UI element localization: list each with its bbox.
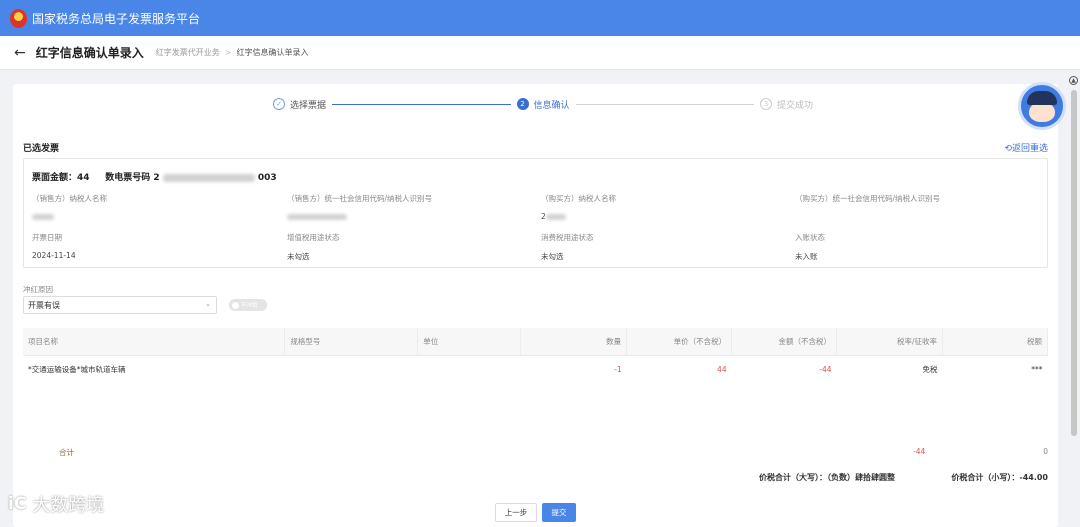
sum-tax: 0 bbox=[1043, 447, 1048, 456]
prev-step-button[interactable]: 上一步 bbox=[495, 503, 537, 522]
column-header: 税率/征收率 bbox=[836, 328, 943, 355]
write-off-toggle[interactable]: 不冲销 bbox=[229, 299, 267, 311]
page-title: 红字信息确认单录入 bbox=[35, 46, 144, 60]
invoice-number-label: 数电票号码 2 bbox=[105, 173, 160, 183]
watermark: iC 大数跨境 bbox=[8, 491, 104, 517]
step-number-icon: 2 bbox=[516, 98, 529, 110]
field-label: 消费税用途状态 bbox=[541, 233, 594, 242]
field-value: 未入账 bbox=[795, 252, 818, 261]
step-select-ticket: ✓ 选择票据 bbox=[273, 98, 326, 111]
column-header: 单价（不含税） bbox=[626, 328, 733, 355]
tax-mascot-icon[interactable] bbox=[1018, 82, 1066, 130]
step-indicator: ✓ 选择票据 2 信息确认 3 提交成功 bbox=[273, 96, 813, 112]
column-header: 金额（不含税） bbox=[731, 328, 838, 355]
sum-amount: -44 bbox=[913, 447, 926, 456]
submit-button[interactable]: 提交 bbox=[542, 503, 576, 522]
field-seller-name: （销售方）纳税人名称 bbox=[32, 193, 107, 221]
toggle-knob bbox=[232, 301, 239, 309]
cell-unit bbox=[417, 354, 521, 383]
main-card: ✓ 选择票据 2 信息确认 3 提交成功 已选发票 ⟲返回重选 票面金额：44 … bbox=[13, 84, 1058, 527]
step-label: 信息确认 bbox=[533, 100, 570, 111]
field-value: 未勾选 bbox=[541, 252, 564, 261]
field-label: （销售方）统一社会信用代码/纳税人识别号 bbox=[287, 194, 433, 203]
page-header: ← 红字信息确认单录入 红字发票代开业务 > 红字信息确认单录入 bbox=[0, 36, 1080, 70]
cell-amount: -44 bbox=[731, 354, 837, 383]
red-reason-select[interactable]: 开票有误 ⌄ bbox=[23, 296, 217, 314]
redacted-value bbox=[162, 173, 255, 182]
redacted-value bbox=[287, 214, 347, 220]
field-label: （销售方）纳税人名称 bbox=[32, 194, 107, 203]
red-reason-label: 冲红原因 bbox=[23, 285, 53, 294]
watermark-text: 大数跨境 bbox=[32, 495, 105, 516]
step-info-confirm: 2 信息确认 bbox=[516, 98, 570, 111]
field-buyer-name: （购买方）纳税人名称 2 bbox=[541, 193, 616, 221]
column-header: 单位 bbox=[417, 328, 522, 355]
mascot-face bbox=[1029, 102, 1055, 122]
toggle-label: 不冲销 bbox=[241, 303, 258, 309]
items-table: 项目名称 规格型号 单位 数量 单价（不含税） 金额（不含税） 税率/征收率 税… bbox=[23, 328, 1049, 383]
step-label: 提交成功 bbox=[777, 100, 814, 111]
field-label: （购买方）统一社会信用代码/纳税人识别号 bbox=[795, 194, 941, 203]
column-header: 项目名称 bbox=[23, 328, 286, 355]
redacted-value bbox=[32, 214, 54, 220]
field-value bbox=[32, 212, 107, 221]
cell-unit-price: 44 bbox=[626, 354, 732, 383]
step-label: 选择票据 bbox=[290, 100, 327, 111]
column-header: 数量 bbox=[520, 328, 628, 355]
field-label: 开票日期 bbox=[32, 233, 62, 242]
table-row: *交通运输设备*城市轨道车辆 -1 44 -44 免税 *** bbox=[23, 354, 1048, 383]
step-connector bbox=[575, 103, 754, 105]
breadcrumb-current: 红字信息确认单录入 bbox=[236, 48, 309, 57]
total-lowercase: 价税合计（小写）：-44.00 bbox=[951, 473, 1048, 482]
section-title: 已选发票 bbox=[23, 144, 60, 154]
field-label: 入账状态 bbox=[795, 233, 825, 242]
check-circle-icon: ✓ bbox=[273, 98, 285, 110]
field-value bbox=[287, 212, 432, 221]
watermark-logo: iC bbox=[8, 494, 27, 514]
select-value: 开票有误 bbox=[28, 301, 60, 310]
total-uppercase: 价税合计（大写）：（负数）肆拾肆圆整 bbox=[759, 473, 895, 482]
selected-invoice-panel: 票面金额：44 数电票号码 2 003 （销售方）纳税人名称 （销售方）统一社会… bbox=[23, 158, 1048, 268]
breadcrumb-separator: > bbox=[224, 48, 232, 57]
column-header: 税额 bbox=[942, 328, 1049, 355]
scroll-up-icon[interactable]: ▲ bbox=[1069, 76, 1078, 85]
column-header: 规格型号 bbox=[284, 328, 419, 355]
field-value: 未勾选 bbox=[287, 252, 310, 261]
field-issue-date: 开票日期 2024-11-14 bbox=[32, 232, 76, 260]
field-buyer-id: （购买方）统一社会信用代码/纳税人识别号 bbox=[795, 193, 940, 204]
invoice-summary: 票面金额：44 数电票号码 2 003 bbox=[32, 170, 277, 183]
sum-label: 合计 bbox=[59, 448, 74, 457]
redacted-value bbox=[545, 214, 566, 220]
mascot-cap bbox=[1027, 91, 1057, 105]
cell-quantity: -1 bbox=[520, 354, 627, 383]
scrollbar[interactable] bbox=[1071, 90, 1077, 436]
chevron-down-icon: ⌄ bbox=[205, 300, 211, 308]
field-vat-status: 增值税用途状态 未勾选 bbox=[287, 232, 340, 262]
step-submit-success: 3 提交成功 bbox=[760, 98, 813, 111]
field-value: 2 bbox=[541, 212, 616, 221]
step-connector bbox=[332, 103, 511, 105]
tax-emblem-icon bbox=[10, 8, 27, 28]
field-consume-status: 消费税用途状态 未勾选 bbox=[541, 232, 594, 262]
top-banner: 国家税务总局电子发票服务平台 bbox=[0, 0, 1080, 36]
breadcrumb-item[interactable]: 红字发票代开业务 bbox=[156, 47, 220, 58]
table-header-row: 项目名称 规格型号 单位 数量 单价（不含税） 金额（不含税） 税率/征收率 税… bbox=[23, 328, 1049, 355]
cell-tax: *** bbox=[942, 354, 1048, 383]
field-value: 2024-11-14 bbox=[32, 251, 76, 260]
field-label: （购买方）纳税人名称 bbox=[541, 194, 616, 203]
cell-item-name: *交通运输设备*城市轨道车辆 bbox=[23, 354, 285, 383]
cell-spec bbox=[284, 354, 418, 383]
invoice-number-tail: 003 bbox=[257, 173, 277, 183]
field-seller-id: （销售方）统一社会信用代码/纳税人识别号 bbox=[287, 193, 432, 221]
return-reselect-link[interactable]: ⟲返回重选 bbox=[1004, 141, 1048, 154]
app-title: 国家税务总局电子发票服务平台 bbox=[32, 11, 201, 26]
step-number-icon: 3 bbox=[760, 98, 772, 110]
field-label: 增值税用途状态 bbox=[287, 233, 340, 242]
back-arrow-icon[interactable]: ← bbox=[14, 45, 26, 61]
invoice-amount: 票面金额：44 bbox=[32, 173, 90, 183]
field-entry-status: 入账状态 未入账 bbox=[795, 232, 825, 262]
cell-tax-rate: 免税 bbox=[836, 354, 943, 383]
